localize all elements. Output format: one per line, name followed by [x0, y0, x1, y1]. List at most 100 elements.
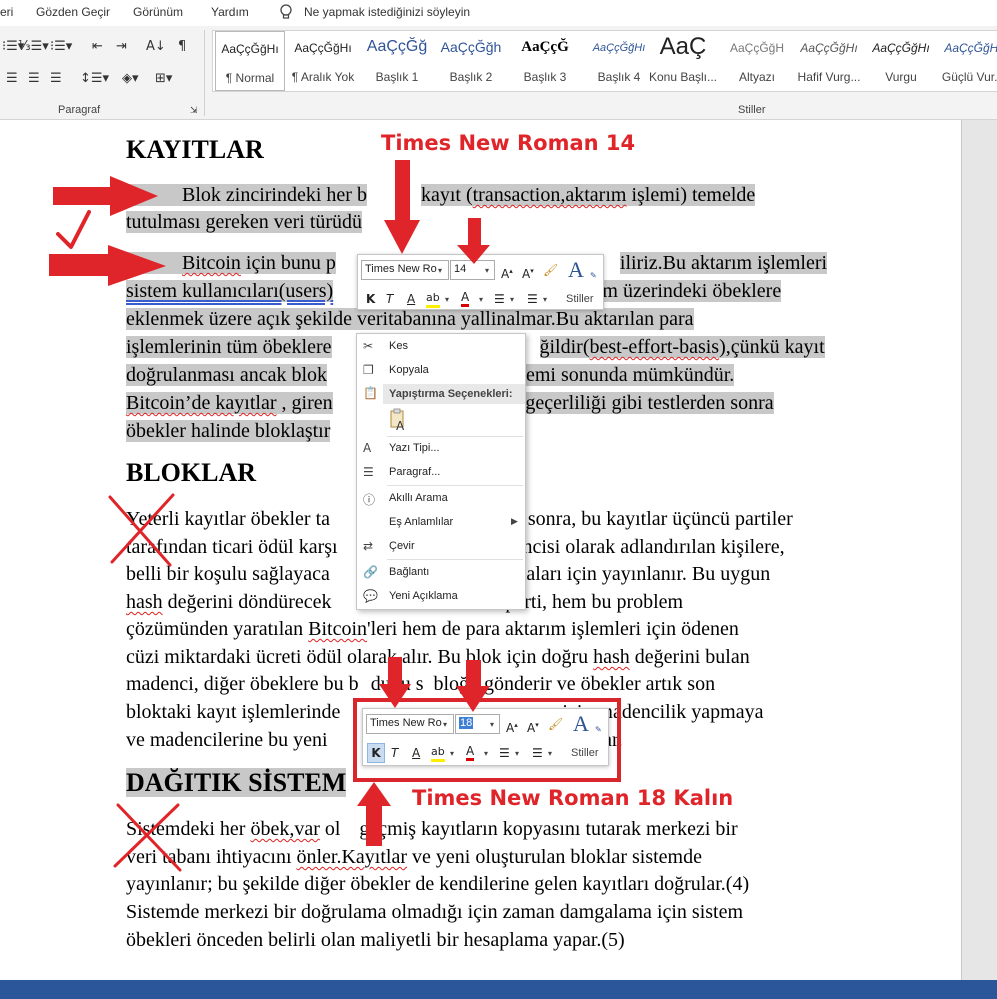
shading-icon[interactable]: ◈▾: [122, 72, 139, 86]
font-icon: A: [363, 441, 372, 455]
style-heading-3[interactable]: AaÇçĞ Başlık 3: [509, 31, 581, 91]
doc-line: Blok zincirindeki her b kayıt (transactio…: [126, 183, 756, 207]
comment-icon: 💬: [363, 589, 378, 603]
borders-icon[interactable]: ⊞▾: [155, 72, 172, 86]
multilevel-list-icon[interactable]: ⁝☰▾: [50, 40, 72, 54]
doc-line: Sistemdeki her öbek,var ol geçmiş kayıtl…: [126, 818, 738, 840]
style-normal[interactable]: AaÇçĞğHı ¶ Normal: [215, 31, 285, 91]
menu-references[interactable]: eri: [0, 5, 13, 19]
style-heading-1[interactable]: AaÇçĞğ Başlık 1: [361, 31, 433, 91]
doc-line: öbekler halinde bloklaştır: [126, 420, 331, 442]
paragraph-icon: ☰: [363, 465, 374, 479]
style-emphasis[interactable]: AaÇçĞğHı Vurgu: [865, 31, 937, 91]
doc-line: eklenmek üzere açık şekilde veritabanına…: [126, 308, 694, 330]
sort-icon[interactable]: A↓: [146, 40, 166, 54]
tell-me-search[interactable]: Ne yapmak istediğinizi söyleyin: [304, 5, 470, 19]
menu-item-paragraph[interactable]: ☰ Paragraf...: [357, 462, 525, 484]
svg-text:A: A: [396, 419, 405, 432]
paste-keep-text-only-icon[interactable]: A: [387, 408, 411, 433]
underline-icon[interactable]: A: [407, 292, 415, 306]
status-bar: [0, 980, 997, 999]
menu-review[interactable]: Gözden Geçir: [36, 5, 110, 19]
annotation-top-text: Times New Roman 14: [381, 131, 636, 155]
copy-icon: ❐: [363, 363, 374, 377]
doc-line: çözümünden yaratılan Bitcoin'leri hem de…: [126, 618, 739, 640]
line-spacing-icon[interactable]: ↕☰▾: [80, 72, 109, 86]
chevron-down-icon[interactable]: ▾: [445, 295, 449, 304]
link-icon: 🔗: [363, 565, 378, 579]
ribbon-separator: [204, 30, 205, 116]
chevron-down-icon[interactable]: ▾: [543, 295, 547, 304]
mini-toolbar-top: Times New Ro ▾ 14 ▾ A▴ A▾ 🖌 A ✎ K T A ab…: [357, 254, 604, 310]
menu-item-synonyms[interactable]: Eş Anlamlılar ▶: [357, 512, 525, 534]
paste-options-header: Yapıştırma Seçenekleri:: [383, 384, 525, 404]
format-painter-icon[interactable]: 🖌: [543, 263, 558, 277]
style-heading-2[interactable]: AaÇçĞğh Başlık 2: [435, 31, 507, 91]
doc-line: yayınlanır; bu şekilde diğer öbekler de …: [126, 873, 750, 895]
decrease-indent-icon[interactable]: ⇤: [92, 40, 103, 54]
doc-line: veri tabanı ihtiyacını önler.Kayıtlar ve…: [126, 846, 702, 868]
menu-item-copy[interactable]: ❐ Kopyala: [357, 360, 525, 382]
menu-view[interactable]: Görünüm: [133, 5, 183, 19]
smart-lookup-icon: ⓘ: [363, 493, 376, 507]
chevron-down-icon[interactable]: ▾: [510, 295, 514, 304]
style-heading-4[interactable]: AaÇçĞğHı Başlık 4: [583, 31, 655, 91]
italic-icon[interactable]: T: [386, 292, 393, 306]
increase-indent-icon[interactable]: ⇥: [116, 40, 127, 54]
menu-separator: [387, 485, 523, 486]
numbering-icon[interactable]: ☰: [527, 292, 538, 306]
style-no-spacing[interactable]: AaÇçĞğHı ¶ Aralık Yok: [287, 31, 359, 91]
chevron-right-icon: ▶: [511, 516, 518, 526]
bold-icon[interactable]: K: [366, 292, 375, 306]
menu-help[interactable]: Yardım: [211, 5, 249, 19]
menu-item-font[interactable]: A Yazı Tipi...: [357, 438, 525, 460]
styles-icon[interactable]: A: [568, 258, 584, 282]
word-window: eri Gözden Geçir Görünüm Yardım Ne yapma…: [0, 0, 997, 999]
doc-line: tutulması gereken veri türüdü: [126, 211, 363, 233]
paragraph-dialog-launcher-icon[interactable]: ⇲: [190, 104, 198, 118]
grow-font-icon[interactable]: A▴: [501, 264, 513, 281]
font-name-box[interactable]: Times New Ro: [361, 260, 449, 280]
brush-icon: ✎: [590, 271, 597, 280]
annotation-bottom-text: Times New Roman 18 Kalın: [412, 786, 734, 810]
heading-dagitik-sistem: DAĞITIK SİSTEM: [126, 768, 347, 797]
highlight-icon[interactable]: ab: [426, 291, 440, 308]
heading-bloklar: BLOKLAR: [126, 458, 257, 487]
menu-separator: [387, 436, 523, 437]
context-menu: ✂ Kes ❐ Kopyala 📋 Yapıştırma Seçenekleri…: [356, 333, 526, 610]
numbering-icon[interactable]: ⅓☰▾: [18, 40, 49, 54]
pilcrow-icon[interactable]: ¶: [178, 40, 186, 54]
chevron-down-icon[interactable]: ▾: [438, 266, 442, 275]
menu-item-new-comment[interactable]: 💬 Yeni Açıklama: [357, 586, 525, 608]
shrink-font-icon[interactable]: A▾: [522, 264, 534, 281]
menu-item-smart-lookup[interactable]: ⓘ Akıllı Arama: [357, 488, 525, 510]
bullets-icon[interactable]: ☰: [494, 292, 505, 306]
doc-line: cüzi miktardaki ücreti ödül olarak alır.…: [126, 646, 750, 668]
annotation-box: [353, 698, 621, 782]
chevron-down-icon[interactable]: ▾: [479, 295, 483, 304]
clipboard-icon: 📋: [363, 386, 378, 400]
lightbulb-icon[interactable]: [278, 3, 294, 21]
style-intense-emphasis[interactable]: AaÇçĞğHı Güçlü Vur...: [937, 31, 997, 91]
scissors-icon: ✂: [363, 339, 374, 353]
align-right-icon[interactable]: ☰: [28, 72, 40, 86]
doc-line: öbekleri önceden belirli olan maliyetli …: [126, 929, 625, 951]
font-color-icon[interactable]: A: [461, 290, 470, 307]
style-subtle-emphasis[interactable]: AaÇçĞğHı Hafif Vurg...: [793, 31, 865, 91]
ribbon: ⁝☰▾ ⅓☰▾ ⁝☰▾ ⇤ ⇥ A↓ ¶ ☰ ☰ ☰ ↕☰▾ ◈▾ ⊞▾ Par…: [0, 26, 997, 120]
align-center-icon[interactable]: ☰: [6, 72, 18, 86]
menu-item-translate[interactable]: ⇄ Çevir: [357, 536, 525, 558]
style-title[interactable]: AaÇ Konu Başlı...: [647, 31, 719, 91]
doc-line: madenci, diğer öbeklere bu b duğu s bloğu …: [126, 673, 716, 695]
translate-icon: ⇄: [363, 539, 374, 553]
style-subtitle[interactable]: AaÇçĞğH Altyazı: [721, 31, 793, 91]
styles-label: Stiller: [566, 293, 594, 305]
menu-item-link[interactable]: 🔗 Bağlantı: [357, 562, 525, 584]
styles-gallery: AaÇçĞğHı ¶ Normal AaÇçĞğHı ¶ Aralık Yok …: [212, 30, 997, 92]
doc-line: Sistemde merkezi bir doğrulama olmadığı …: [126, 901, 744, 923]
chevron-down-icon[interactable]: ▾: [485, 266, 489, 275]
justify-icon[interactable]: ☰: [50, 72, 62, 86]
styles-group-label: Stiller: [738, 104, 766, 116]
menu-separator: [387, 559, 523, 560]
menu-item-cut[interactable]: ✂ Kes: [357, 336, 525, 358]
